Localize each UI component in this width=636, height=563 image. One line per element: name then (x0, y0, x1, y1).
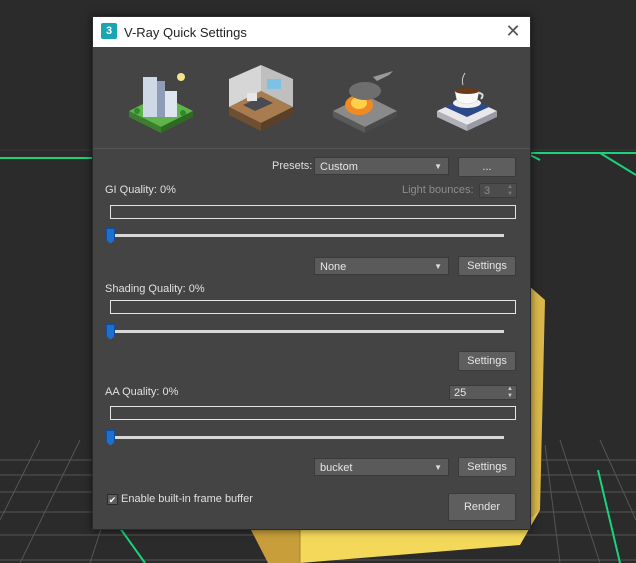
chevron-down-icon: ▼ (434, 162, 442, 171)
checkmark-icon: ✔ (108, 495, 117, 505)
vfb-checkbox-label: Enable built-in frame buffer (121, 493, 253, 505)
light-bounces-label: Light bounces: (402, 184, 474, 196)
aa-spinner-value: 25 (454, 387, 467, 399)
gi-engine-dropdown[interactable]: None ▼ (314, 257, 449, 275)
3dsmax-app-icon: 3 (101, 23, 117, 39)
aa-quality-slider-track[interactable] (106, 430, 504, 446)
spinner-arrows-icon[interactable]: ▲ ▼ (507, 386, 513, 400)
aa-quality-slider-thumb[interactable] (106, 430, 115, 446)
vfb-checkbox[interactable]: ✔ (107, 494, 118, 505)
gi-quality-progress (110, 205, 516, 219)
gi-quality-slider-track[interactable] (106, 228, 504, 244)
aa-quality-label: AA Quality: 0% (105, 386, 179, 398)
close-button[interactable]: ✕ (502, 21, 524, 43)
presets-dropdown-value: Custom (320, 161, 358, 173)
vray-quick-settings-dialog: 3 V-Ray Quick Settings ✕ Presets: Custom… (92, 16, 531, 530)
product-preset-icon[interactable] (431, 65, 503, 135)
gi-quality-slider-thumb[interactable] (106, 228, 115, 244)
light-bounces-spinner[interactable]: 3 ▲ ▼ (479, 183, 517, 198)
render-button[interactable]: Render (448, 493, 516, 521)
gi-settings-button[interactable]: Settings (458, 256, 516, 276)
chevron-down-icon: ▼ (434, 463, 442, 472)
gi-quality-label: GI Quality: 0% (105, 184, 176, 196)
light-bounces-value: 3 (484, 185, 491, 197)
shading-quality-label: Shading Quality: 0% (105, 283, 205, 295)
shading-quality-progress (110, 300, 516, 314)
gi-engine-value: None (320, 261, 347, 273)
exterior-preset-icon[interactable] (125, 65, 197, 135)
presets-dropdown[interactable]: Custom ▼ (314, 157, 449, 175)
interior-preset-icon[interactable] (225, 65, 297, 135)
window-title: V-Ray Quick Settings (124, 25, 247, 40)
fx-preset-icon[interactable] (329, 65, 401, 135)
separator (93, 148, 530, 149)
shading-settings-button[interactable]: Settings (458, 351, 516, 371)
presets-label: Presets: (272, 160, 313, 172)
aa-quality-progress (110, 406, 516, 420)
shading-quality-slider-track[interactable] (106, 324, 504, 340)
chevron-down-icon: ▼ (434, 262, 442, 271)
aa-sampler-value: bucket (320, 462, 353, 474)
title-bar[interactable]: 3 V-Ray Quick Settings ✕ (93, 17, 530, 47)
aa-spinner[interactable]: 25 ▲ ▼ (449, 385, 517, 400)
shading-quality-slider-thumb[interactable] (106, 324, 115, 340)
presets-more-button[interactable]: ... (458, 157, 516, 177)
aa-sampler-dropdown[interactable]: bucket ▼ (314, 458, 449, 476)
aa-settings-button[interactable]: Settings (458, 457, 516, 477)
spinner-arrows-icon[interactable]: ▲ ▼ (507, 184, 513, 198)
